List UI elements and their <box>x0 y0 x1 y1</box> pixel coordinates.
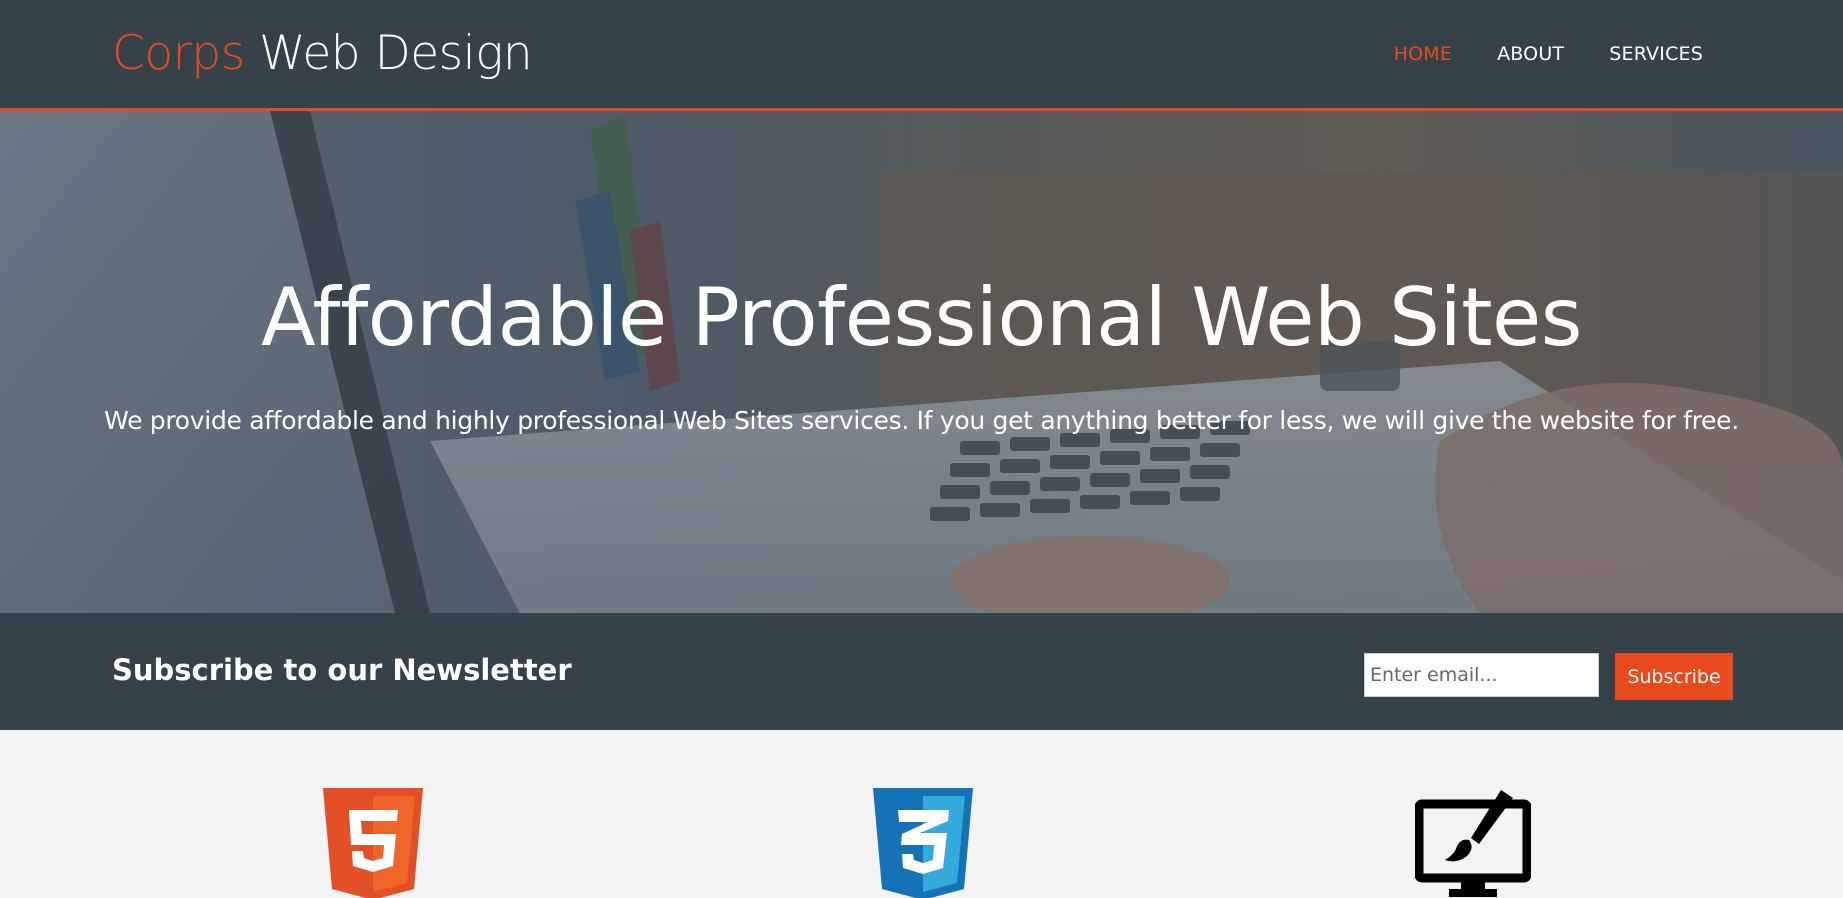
monitor-brush-icon <box>1415 790 1531 897</box>
showcase-hero: Affordable Professional Web Sites We pro… <box>0 111 1843 613</box>
brand-accent-text: Corps <box>112 26 245 81</box>
features-boxes <box>0 730 1843 898</box>
nav-item-home[interactable]: Home <box>1394 43 1452 65</box>
nav-item-services[interactable]: Services <box>1609 43 1703 65</box>
hero-title: Affordable Professional Web Sites <box>261 271 1582 364</box>
subscribe-button[interactable]: Subscribe <box>1615 653 1733 700</box>
brand-logo[interactable]: Corps Web Design <box>112 26 533 82</box>
hero-text: We provide affordable and highly profess… <box>104 406 1739 435</box>
nav-item-about[interactable]: About <box>1497 43 1564 65</box>
newsletter-form: Subscribe <box>1364 653 1733 700</box>
brand-rest-text: Web Design <box>244 26 533 81</box>
email-input[interactable] <box>1364 653 1599 697</box>
newsletter-title: Subscribe to our Newsletter <box>112 653 572 687</box>
css3-logo-icon <box>873 788 973 898</box>
site-header: Corps Web Design Home About Services <box>0 0 1843 111</box>
main-nav: Home About Services <box>1394 43 1703 65</box>
html5-logo-icon <box>323 788 423 898</box>
newsletter-section: Subscribe to our Newsletter Subscribe <box>0 613 1843 730</box>
